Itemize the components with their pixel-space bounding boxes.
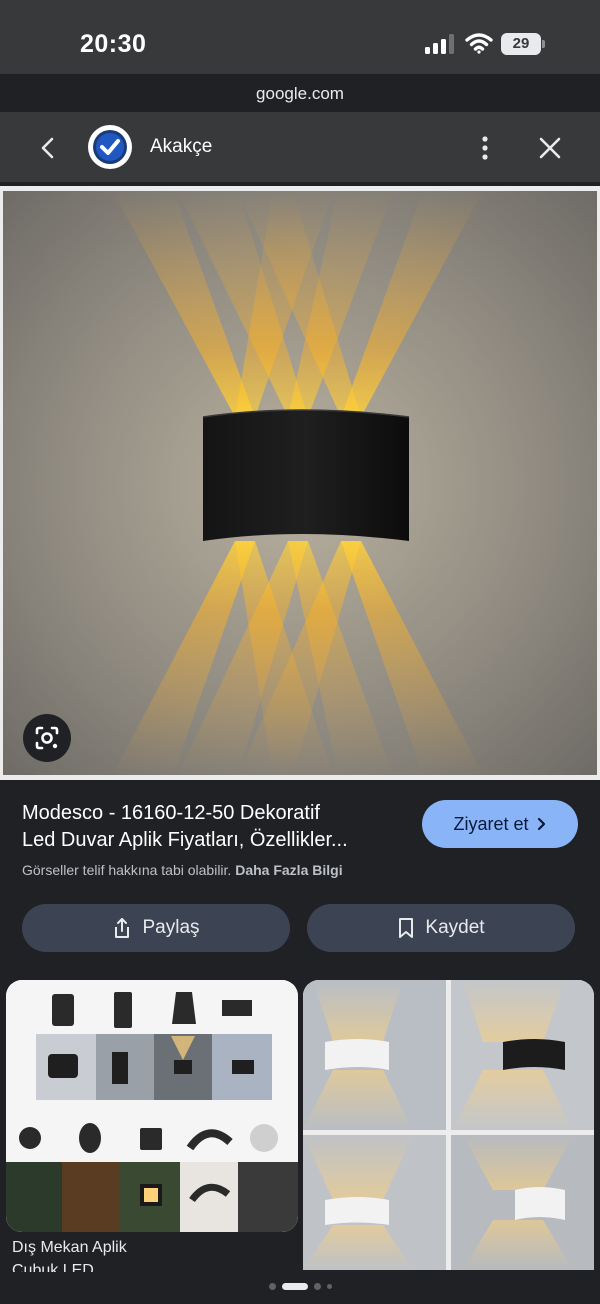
battery-icon: 29 <box>501 33 545 55</box>
share-label: Paylaş <box>142 917 200 938</box>
related-caption-line2: Çubuk LED <box>12 1262 94 1272</box>
visit-button[interactable]: Ziyaret et <box>422 800 578 848</box>
browser-domain: google.com <box>256 84 344 103</box>
save-label: Kaydet <box>425 917 485 938</box>
related-caption[interactable]: Dış Mekan Aplik <box>12 1239 127 1257</box>
learn-more-link[interactable]: Daha Fazla Bilgi <box>235 862 342 878</box>
pager-dot <box>313 1282 321 1290</box>
cellular-signal-icon <box>425 34 454 54</box>
status-bar: 20:30 29 google.com <box>0 0 600 103</box>
status-time: 20:30 <box>80 30 147 58</box>
copyright-notice: Görseller telif hakkına tabi olabilir. D… <box>22 862 343 878</box>
copyright-text: Görseller telif hakkına tabi olabilir. <box>22 862 232 878</box>
chevron-right-icon <box>537 817 545 831</box>
pager-dot <box>268 1282 276 1290</box>
related-image-collage[interactable] <box>6 980 298 1232</box>
result-title-line2: Led Duvar Aplik Fiyatları, Özellikler... <box>22 829 348 851</box>
pager-dots <box>0 1282 600 1290</box>
more-vert-icon[interactable] <box>474 134 496 162</box>
save-button[interactable]: Kaydet <box>307 904 575 952</box>
result-title[interactable]: Modesco - 16160-12-50 Dekoratif Led Duva… <box>22 800 402 854</box>
battery-level: 29 <box>501 33 541 55</box>
lens-search-icon[interactable] <box>23 714 71 762</box>
main-product-image[interactable] <box>3 191 597 775</box>
result-title-line1: Modesco - 16160-12-50 Dekoratif <box>22 802 320 824</box>
pager-dot <box>326 1283 332 1289</box>
back-icon[interactable] <box>34 134 62 162</box>
wifi-icon <box>465 33 493 54</box>
share-icon <box>115 918 130 938</box>
close-icon[interactable] <box>536 134 564 162</box>
site-name[interactable]: Akakçe <box>150 136 212 158</box>
pager-dot-active <box>281 1282 308 1290</box>
site-logo-icon <box>88 125 132 169</box>
share-button[interactable]: Paylaş <box>22 904 290 952</box>
visit-button-label: Ziyaret et <box>453 813 529 834</box>
bookmark-icon <box>399 918 414 938</box>
related-image-grid[interactable] <box>303 980 594 1270</box>
